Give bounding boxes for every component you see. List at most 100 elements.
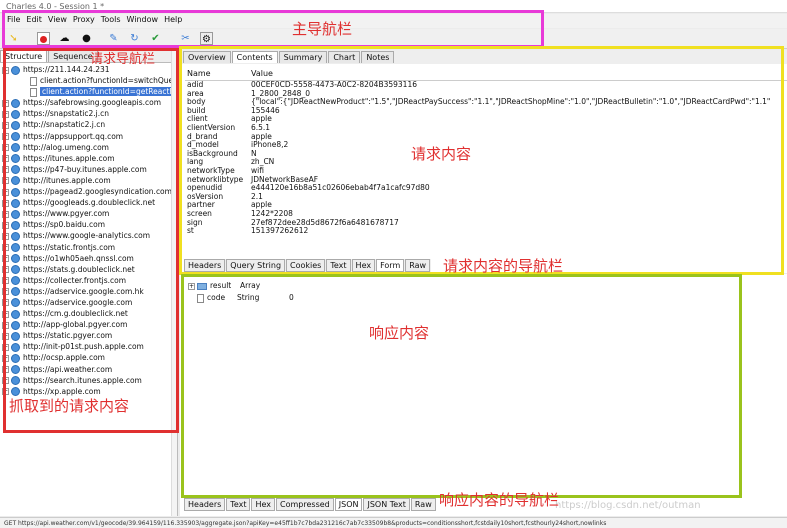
subtab-cookies[interactable]: Cookies [286,259,326,272]
expand-icon[interactable]: + [2,244,9,251]
tree-host[interactable]: + https://static.pgyer.com [0,330,178,341]
tree-child-selected[interactable]: client.action?functionId=getReactFun [0,86,178,97]
expand-icon[interactable]: + [2,277,9,285]
expand-icon[interactable]: + [2,299,9,307]
tree-host[interactable]: + https://safebrowsing.googleapis.com [0,97,178,108]
tools-icon[interactable]: ✂ [179,32,192,45]
tree-host[interactable]: + https://adservice.google.com.hk [0,286,178,297]
expand-icon[interactable]: + [2,232,9,240]
expand-icon[interactable]: + [2,377,9,385]
repeat-icon[interactable]: ↻ [128,32,141,45]
subtab-json[interactable]: JSON [334,498,363,511]
table-row[interactable]: openudid e444120e16b8a51c02606ebab4f7a1ca… [185,184,787,193]
pen-icon[interactable]: ✎ [107,32,120,45]
expand-icon[interactable]: + [2,332,9,340]
tab-overview[interactable]: Overview [183,51,231,63]
expand-icon[interactable]: + [2,210,9,218]
menu-file[interactable]: File [7,14,20,24]
subtab-raw[interactable]: Raw [405,259,431,272]
expand-icon[interactable]: + [2,366,9,374]
tree-host[interactable]: + https://googleads.g.doubleclick.net [0,197,178,208]
tree-host[interactable]: + https://appsupport.qq.com [0,131,178,142]
tree-host[interactable]: + https://www.google-analytics.com [0,230,178,241]
tree-host[interactable]: + https://api.weather.com [0,364,178,375]
menu-tools[interactable]: Tools [101,14,121,24]
expand-icon[interactable]: + [2,388,9,396]
menu-view[interactable]: View [48,14,67,24]
table-row[interactable]: build 155446 [185,106,787,116]
left-scrollbar[interactable] [171,50,177,516]
menu-proxy[interactable]: Proxy [73,14,95,24]
expand-icon[interactable]: + [2,288,9,296]
table-row[interactable]: client apple [185,115,787,124]
tab-notes[interactable]: Notes [361,51,395,63]
breakpoint-icon[interactable]: ● [80,32,93,45]
expand-icon[interactable]: + [2,155,9,163]
tree-host[interactable]: + http://app-global.pgyer.com [0,319,178,330]
expand-icon[interactable]: + [2,188,9,196]
expand-icon[interactable]: + [2,166,9,174]
expand-icon[interactable]: + [2,343,9,351]
response-node[interactable]: code String 0 [186,292,294,304]
expand-icon[interactable]: + [2,310,9,318]
tree-host[interactable]: + https://o1wh05aeh.qnssl.com [0,253,178,264]
menu-help[interactable]: Help [164,14,182,24]
expand-icon[interactable]: + [2,133,9,141]
subtab-raw[interactable]: Raw [410,498,436,511]
tree-host[interactable]: + https://static.frontjs.com [0,242,178,253]
expand-icon[interactable]: + [2,221,9,229]
tree-child[interactable]: client.action?functionId=switchQuery [0,75,178,86]
tab-contents[interactable]: Contents [231,51,278,63]
expand-icon[interactable]: + [2,354,9,362]
tree-host[interactable]: + https://stats.g.doubleclick.net [0,264,178,275]
tree-host[interactable]: + http://snapstatic2.j.cn [0,119,178,130]
expand-icon[interactable]: + [2,266,9,274]
subtab-json-text[interactable]: JSON Text [363,498,410,511]
tree-host[interactable]: + https://cm.g.doubleclick.net [0,308,178,319]
table-row[interactable]: clientVersion 6.5.1 [185,123,787,133]
tree-host[interactable]: + http://itunes.apple.com [0,175,178,186]
settings-icon[interactable]: ⚙ [200,32,213,45]
subtab-hex[interactable]: Hex [251,498,276,511]
tree-host[interactable]: + https://snapstatic2.j.cn [0,108,178,119]
table-row[interactable]: isBackground N [185,149,787,159]
validate-icon[interactable]: ✔ [149,32,162,45]
menu-edit[interactable]: Edit [26,14,42,24]
tree-host[interactable]: + https://pagead2.googlesyndication.com [0,186,178,197]
tree-host[interactable]: + https://search.itunes.apple.com [0,375,178,386]
expand-icon[interactable]: + [2,121,9,129]
tree-host[interactable]: + https://adservice.google.com [0,297,178,308]
expand-icon[interactable]: + [2,321,9,329]
tree-host[interactable]: + http://ocsp.apple.com [0,352,178,363]
subtab-text[interactable]: Text [326,259,351,272]
expand-icon[interactable]: + [2,177,9,185]
subtab-compressed[interactable]: Compressed [276,498,334,511]
expand-icon[interactable]: + [2,255,9,263]
table-row[interactable]: st 151397262612 [185,226,787,236]
subtab-hex[interactable]: Hex [351,259,376,272]
subtab-query-string[interactable]: Query String [226,259,286,272]
response-node[interactable]: + result Array [186,280,294,292]
tab-chart[interactable]: Chart [328,51,361,63]
table-row[interactable]: osVersion 2.1 [185,192,787,202]
throttle-icon[interactable]: ☁ [58,32,71,45]
tree-host[interactable]: + http://init-p01st.push.apple.com [0,341,178,352]
expand-icon[interactable]: + [2,110,9,118]
expand-icon[interactable]: + [2,144,9,152]
tree-host[interactable]: + http://alog.umeng.com [0,142,178,153]
subtab-form[interactable]: Form [376,259,405,272]
tree-host[interactable]: + https://itunes.apple.com [0,153,178,164]
expand-icon[interactable]: + [2,199,9,207]
expand-icon[interactable]: + [188,282,195,290]
table-row[interactable]: lang zh_CN [185,158,787,167]
broom-icon[interactable]: ➘ [7,32,20,45]
tree-host[interactable]: + https://collecter.frontjs.com [0,275,178,286]
subtab-text[interactable]: Text [226,498,251,511]
tree-host[interactable]: + https://sp0.baidu.com [0,219,178,230]
table-row[interactable]: d_model iPhone8,2 [185,141,787,150]
menu-window[interactable]: Window [127,14,159,24]
record-icon[interactable] [37,32,50,45]
subtab-headers[interactable]: Headers [184,259,226,272]
tab-structure[interactable]: Structure [0,50,48,62]
subtab-headers[interactable]: Headers [184,498,226,511]
